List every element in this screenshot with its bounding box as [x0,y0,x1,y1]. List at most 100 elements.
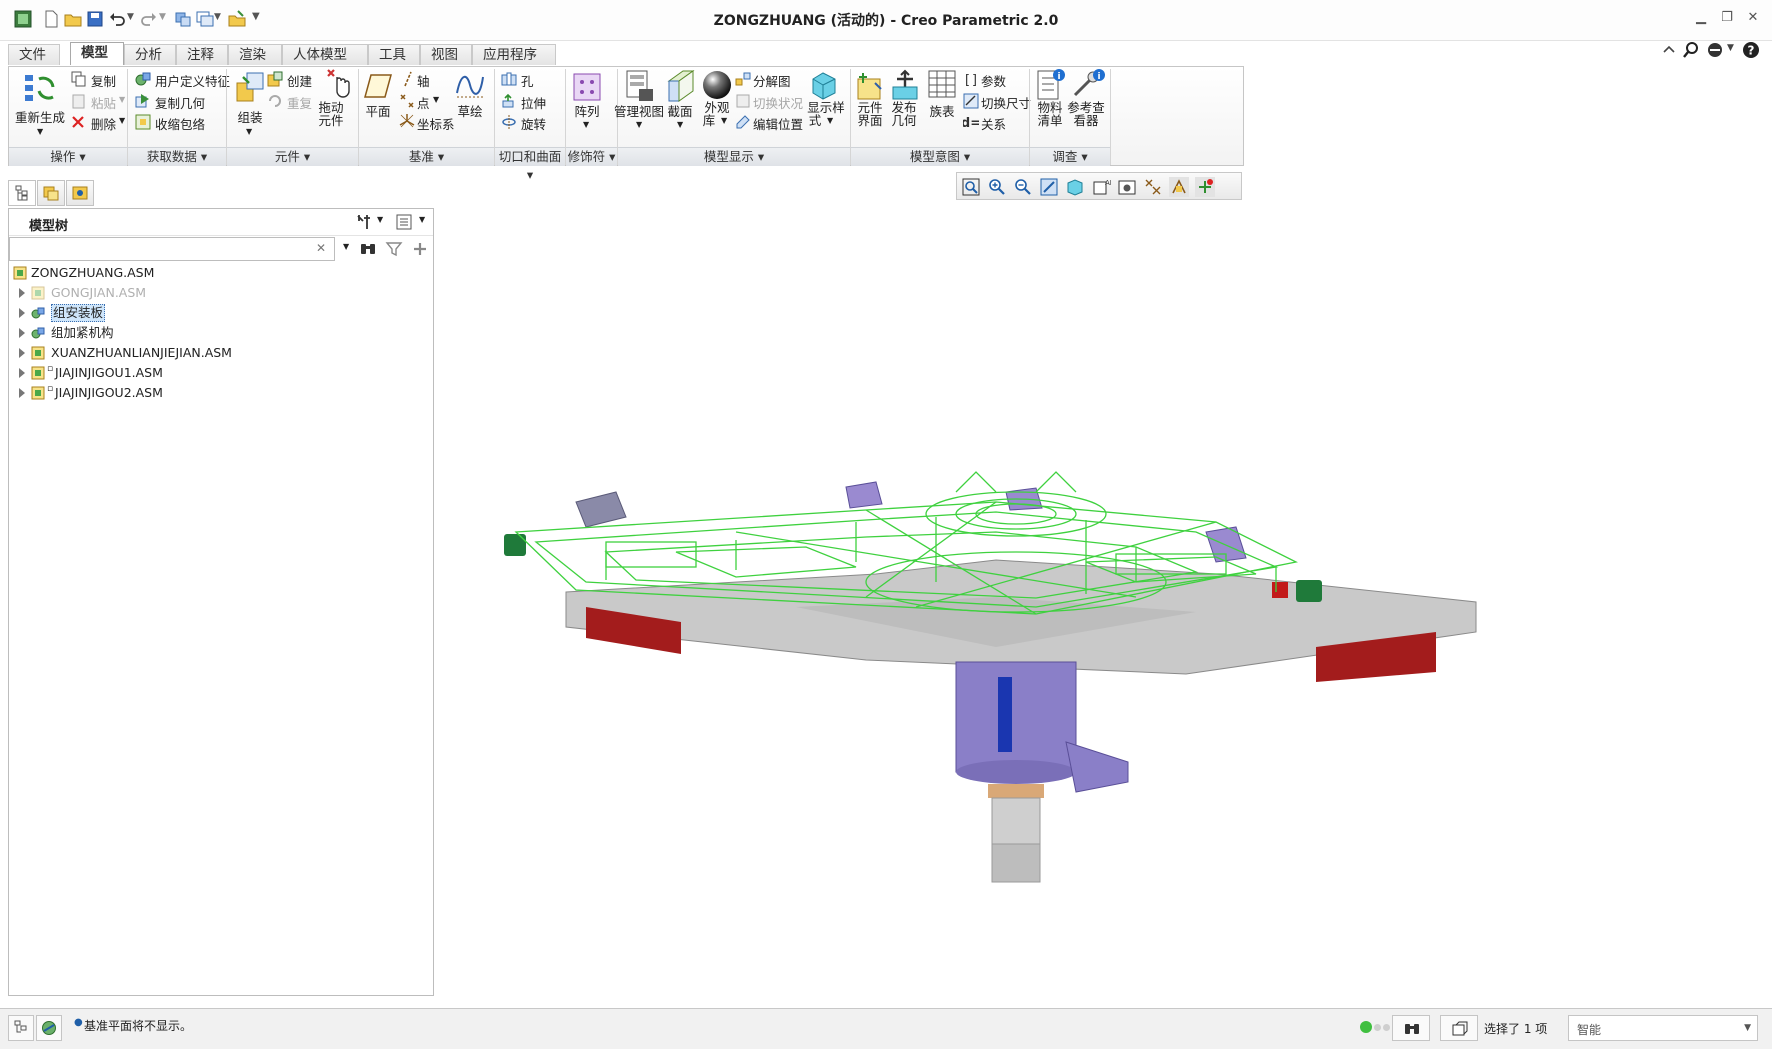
axis-button[interactable]: 轴 [417,71,430,90]
tab-file[interactable]: 文件 ▾ [8,44,60,83]
find-binoculars-icon[interactable] [359,240,377,258]
tree-item-root[interactable]: ZONGZHUANG.ASM [9,263,433,283]
tab-applications[interactable]: 应用程序 [472,44,556,65]
tab-analysis[interactable]: 分析 [124,44,176,65]
manage-views-button[interactable]: 管理视图 [613,105,665,119]
group-label-cut-surface[interactable]: 切口和曲面 ▾ [495,147,565,182]
zoom-out-icon[interactable] [1013,177,1033,197]
pattern-dropdown-icon[interactable]: ▼ [583,120,589,129]
family-table-icon[interactable] [927,69,957,101]
expand-arrow-icon[interactable] [19,348,25,358]
minimize-ribbon-icon[interactable] [1660,41,1678,59]
group-label-operations[interactable]: 操作 ▾ [9,147,127,166]
family-table-button[interactable]: 族表 [921,105,963,119]
expand-arrow-icon[interactable] [19,288,25,298]
reference-viewer-icon[interactable]: i [1071,67,1105,101]
delete-dropdown-icon[interactable]: ▼ [119,116,125,125]
bom-icon[interactable]: i [1035,67,1067,101]
group-label-get-data[interactable]: 获取数据 ▾ [128,147,226,166]
assemble-icon[interactable] [233,71,267,105]
clear-search-icon[interactable]: ✕ [316,241,326,255]
paste-button[interactable]: 粘贴 [91,93,116,112]
selection-box-button[interactable] [1440,1015,1478,1041]
group-label-modifiers[interactable]: 修饰符 ▾ [566,147,617,166]
toggle-navigator-button[interactable] [8,1015,34,1041]
assembly-model-render[interactable] [436,202,1768,1002]
explode-view-button[interactable]: 分解图 [753,71,791,90]
datum-display-filters-icon[interactable] [1143,177,1163,197]
tree-item-mounting-plate[interactable]: 组安装板 [9,303,433,323]
pattern-button[interactable]: 阵列 [565,105,609,119]
group-label-component[interactable]: 元件 ▾ [227,147,358,166]
find-button[interactable] [1392,1015,1430,1041]
assemble-dropdown-icon[interactable]: ▼ [246,127,252,136]
component-interface-icon[interactable] [855,69,885,101]
group-label-model-intent[interactable]: 模型意图 ▾ [851,147,1029,166]
model-tree-search-input[interactable]: ✕ [9,237,335,261]
search-dropdown-icon[interactable]: ▼ [343,242,349,251]
selection-filter-dropdown[interactable]: 智能 ▼ [1568,1015,1758,1041]
view-manager-icon[interactable] [1117,177,1137,197]
show-dropdown-icon[interactable]: ▼ [419,215,425,224]
tab-render[interactable]: 渲染 [228,44,282,65]
reference-viewer-line2[interactable]: 看器 [1063,114,1109,128]
filter-dropdown-icon[interactable]: ▼ [1744,1023,1751,1033]
shrinkwrap-button[interactable]: 收缩包络 [155,114,205,133]
display-style-icon[interactable] [809,69,839,101]
switch-dimensions-button[interactable]: 切换尺寸 [981,93,1031,112]
close-button[interactable]: ✕ [1742,8,1764,28]
help-icon[interactable]: ? [1742,41,1760,59]
annotation-display-icon[interactable] [1195,177,1215,197]
minimize-button[interactable]: ▁ [1690,8,1712,28]
sketch-icon[interactable] [455,71,485,101]
restore-button[interactable]: ❐ [1716,8,1738,28]
tab-model[interactable]: 模型 [70,42,124,65]
tree-item-clamping-mechanism[interactable]: 组加紧机构 [9,323,433,343]
regenerate-icon[interactable] [23,71,59,105]
refit-icon[interactable] [961,177,981,197]
tab-annotate[interactable]: 注释 [176,44,228,65]
create-button[interactable]: 创建 [287,71,312,90]
zoom-in-icon[interactable] [987,177,1007,197]
point-button[interactable]: 点 [417,93,430,112]
hole-button[interactable]: 孔 [521,71,534,90]
section-dropdown-icon[interactable]: ▼ [677,120,683,129]
group-label-model-display[interactable]: 模型显示 ▾ [618,147,850,166]
tree-item-gongjian[interactable]: GONGJIAN.ASM [9,283,433,303]
add-column-icon[interactable] [411,240,429,258]
tree-item-xuanzhuan[interactable]: XUANZHUANLIANJIEJIAN.ASM [9,343,433,363]
paste-dropdown-icon[interactable]: ▼ [119,95,125,104]
search-icon[interactable] [1682,41,1700,59]
regenerate-button[interactable]: 重新生成 [13,111,67,125]
graphics-window[interactable] [436,202,1768,1002]
section-icon[interactable] [665,69,695,103]
plane-button[interactable]: 平面 [357,105,399,119]
copy-geometry-button[interactable]: 复制几何 [155,93,205,112]
sketch-button[interactable]: 草绘 [449,105,491,119]
tab-favorites[interactable] [66,180,94,206]
pattern-icon[interactable] [571,71,603,103]
saved-orientations-icon[interactable]: AB [1091,177,1111,197]
settings-tools-icon[interactable] [355,213,373,231]
delete-button[interactable]: 删除 [91,114,116,133]
publish-geometry-line2[interactable]: 几何 [883,114,925,128]
tab-view[interactable]: 视图 [420,44,472,65]
expand-arrow-icon[interactable] [19,388,25,398]
expand-arrow-icon[interactable] [19,308,25,318]
publish-geometry-icon[interactable] [889,69,921,101]
tab-folder-browser[interactable] [37,180,65,206]
filter-icon[interactable] [385,240,403,258]
expand-arrow-icon[interactable] [19,328,25,338]
tree-item-jiajinjigou2[interactable]: ▫ JIAJINJIGOU2.ASM [9,383,433,403]
copy-button[interactable]: 复制 [91,71,116,90]
edit-position-button[interactable]: 编辑位置 [753,114,803,133]
repeat-button[interactable]: 重复 [287,93,312,112]
display-style-dropdown-icon[interactable]: ▼ [827,116,833,125]
group-label-datum[interactable]: 基准 ▾ [359,147,494,166]
relations-button[interactable]: 关系 [981,114,1006,133]
community-icon[interactable] [1706,41,1724,59]
display-style-view-icon[interactable] [1065,177,1085,197]
udf-button[interactable]: 用户定义特征 [155,71,230,90]
drag-component-icon[interactable] [325,67,355,99]
assemble-button[interactable]: 组装 [225,111,275,125]
